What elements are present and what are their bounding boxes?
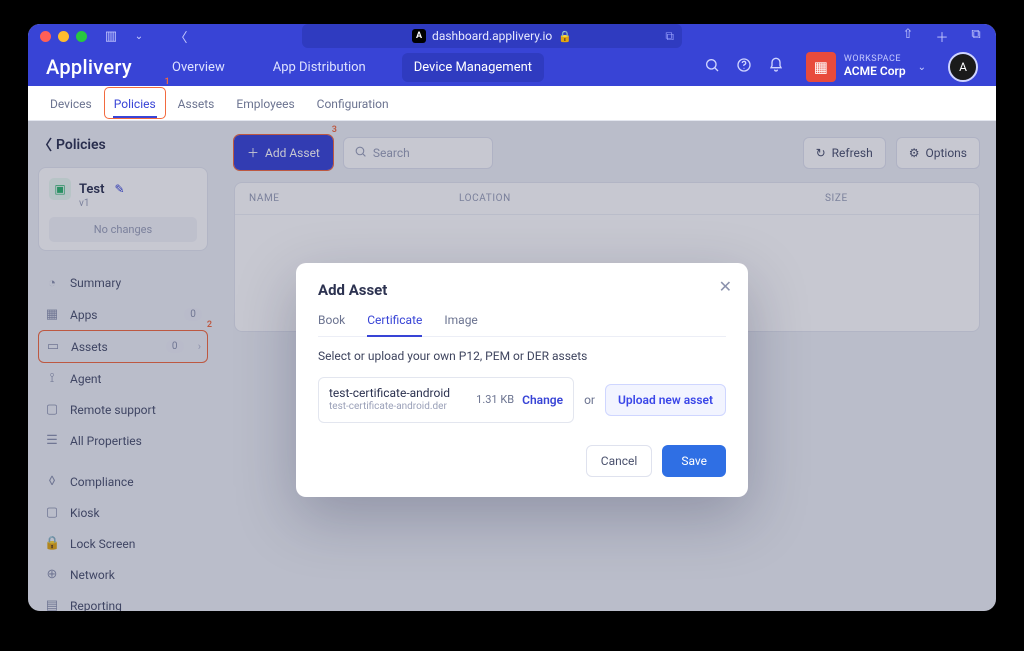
dropdown-icon[interactable]: ⌄: [131, 31, 147, 42]
reader-mode-icon[interactable]: ⧉: [665, 29, 674, 44]
subtab-devices[interactable]: Devices: [40, 86, 102, 120]
selected-file[interactable]: test-certificate-android test-certificat…: [318, 377, 574, 423]
help-icon[interactable]: [736, 57, 752, 77]
browser-toolbar: ▥ ⌄ 〈 A dashboard.applivery.io 🔒 ⧉ ⇧ ＋ ⧉: [28, 24, 996, 48]
upload-new-asset-button[interactable]: Upload new asset: [605, 384, 726, 416]
new-tab-icon[interactable]: ＋: [934, 27, 950, 46]
file-subname: test-certificate-android.der: [329, 401, 450, 414]
lock-icon: 🔒: [558, 30, 572, 43]
nav-device-management[interactable]: Device Management: [402, 53, 544, 82]
cancel-button[interactable]: Cancel: [586, 445, 653, 477]
close-window-icon[interactable]: [40, 31, 51, 42]
workarea: 〈 Policies ▣ Test ✎ v1 No changes ◔ Summ…: [28, 121, 996, 611]
close-icon[interactable]: ✕: [719, 277, 732, 296]
modal-actions: Cancel Save: [318, 445, 726, 477]
subtab-configuration[interactable]: Configuration: [307, 86, 399, 120]
change-file-link[interactable]: Change: [522, 393, 563, 407]
subtab-employees[interactable]: Employees: [226, 86, 304, 120]
subnav: Devices Policies 1 Assets Employees Conf…: [28, 86, 996, 121]
search-icon[interactable]: [704, 57, 720, 77]
subtab-policies[interactable]: Policies: [104, 87, 166, 119]
subtab-assets[interactable]: Assets: [168, 86, 225, 120]
back-icon[interactable]: 〈: [173, 27, 189, 46]
tabs-overview-icon[interactable]: ⧉: [968, 27, 984, 46]
brand-logo[interactable]: Applivery: [46, 55, 132, 79]
workspace-name: ACME Corp: [844, 65, 906, 78]
add-asset-modal: ✕ Add Asset Book Certificate Image Selec…: [296, 263, 748, 497]
share-icon[interactable]: ⇧: [900, 27, 916, 46]
file-name: test-certificate-android: [329, 386, 450, 401]
tab-image[interactable]: Image: [444, 313, 477, 336]
or-text: or: [584, 393, 595, 407]
modal-title: Add Asset: [318, 281, 726, 299]
modal-help-text: Select or upload your own P12, PEM or DE…: [318, 349, 726, 363]
workspace-switcher[interactable]: ▦ WORKSPACE ACME Corp ⌄: [800, 48, 932, 86]
tab-certificate[interactable]: Certificate: [367, 313, 422, 337]
file-size: 1.31 KB: [476, 393, 514, 406]
file-row: test-certificate-android test-certificat…: [318, 377, 726, 423]
app-window: ▥ ⌄ 〈 A dashboard.applivery.io 🔒 ⧉ ⇧ ＋ ⧉…: [28, 24, 996, 611]
site-favicon-icon: A: [412, 29, 426, 43]
user-avatar[interactable]: A: [948, 52, 978, 82]
tab-book[interactable]: Book: [318, 313, 345, 336]
maximize-window-icon[interactable]: [76, 31, 87, 42]
nav-overview[interactable]: Overview: [160, 53, 237, 82]
window-controls[interactable]: [40, 31, 87, 42]
app-header: Applivery Overview App Distribution Devi…: [28, 48, 996, 86]
bell-icon[interactable]: [768, 57, 784, 77]
address-bar[interactable]: A dashboard.applivery.io 🔒 ⧉: [302, 24, 682, 48]
nav-app-distribution[interactable]: App Distribution: [261, 53, 378, 82]
save-button[interactable]: Save: [662, 445, 726, 477]
address-url: dashboard.applivery.io: [432, 29, 552, 43]
sidebar-toggle-icon[interactable]: ▥: [103, 29, 119, 44]
modal-tabs: Book Certificate Image: [318, 313, 726, 337]
chevron-down-icon: ⌄: [918, 62, 926, 73]
minimize-window-icon[interactable]: [58, 31, 69, 42]
workspace-avatar-icon: ▦: [806, 52, 836, 82]
